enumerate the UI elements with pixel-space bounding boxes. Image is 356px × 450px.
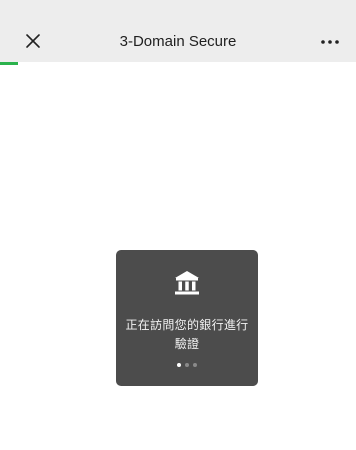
navigation-bar: 3-Domain Secure <box>0 0 356 62</box>
loading-dot <box>177 363 181 367</box>
loading-dot <box>185 363 189 367</box>
loading-dots <box>116 363 258 370</box>
more-dots-icon <box>321 40 339 44</box>
more-options-button[interactable] <box>316 32 344 52</box>
loading-toast: 正在訪問您的銀行進行驗證 <box>116 250 258 386</box>
loading-message: 正在訪問您的銀行進行驗證 <box>125 318 249 351</box>
bank-icon <box>175 271 199 295</box>
page-title: 3-Domain Secure <box>119 33 237 50</box>
loading-dot <box>193 363 197 367</box>
